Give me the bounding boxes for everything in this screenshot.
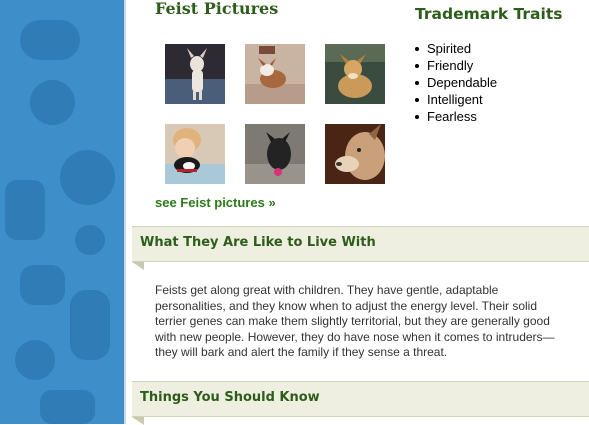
section-title: Things You Should Know xyxy=(140,390,320,405)
trait-item: Intelligent xyxy=(414,91,497,108)
dog-photo-5-icon xyxy=(245,124,305,184)
traits-heading: Trademark Traits xyxy=(415,5,563,23)
section-title: What They Are Like to Live With xyxy=(140,235,376,250)
dog-photo-1-icon xyxy=(165,44,225,104)
section-body-text: Feists get along great with children. Th… xyxy=(155,283,555,359)
dog-pattern-icon xyxy=(5,180,45,240)
dog-photo-thumbnail[interactable] xyxy=(325,124,385,184)
bone-pattern-icon xyxy=(20,265,65,305)
dog-photo-thumbnail[interactable] xyxy=(245,44,305,104)
dog-photo-thumbnail[interactable] xyxy=(165,44,225,104)
dog-photo-thumbnail[interactable] xyxy=(165,124,225,184)
paw-pattern-icon xyxy=(75,225,105,255)
see-pictures-link[interactable]: see Feist pictures » xyxy=(155,195,276,210)
dog-photo-2-icon xyxy=(245,44,305,104)
food-bowl-pattern-icon xyxy=(30,80,75,125)
background-pattern xyxy=(0,0,125,424)
trait-item: Spirited xyxy=(414,40,497,57)
ball-pattern-icon xyxy=(60,150,115,205)
dog-photo-thumbnail[interactable] xyxy=(245,124,305,184)
section-header-should-know: Things You Should Know xyxy=(132,381,589,425)
trait-item: Friendly xyxy=(414,57,497,74)
dog-pattern-icon xyxy=(70,290,110,360)
paw-pattern-icon xyxy=(15,340,55,380)
dog-photo-6-icon xyxy=(325,124,385,184)
dog-photo-thumbnail[interactable] xyxy=(325,44,385,104)
pictures-heading: Feist Pictures xyxy=(155,0,279,18)
traits-list: Spirited Friendly Dependable Intelligent… xyxy=(414,40,498,125)
bone-pattern-icon xyxy=(40,390,95,424)
section-header-live-with: What They Are Like to Live With xyxy=(132,226,589,270)
dog-photo-3-icon xyxy=(325,44,385,104)
trait-item: Fearless xyxy=(414,108,497,125)
dog-photo-4-icon xyxy=(165,124,225,184)
paw-pattern-icon xyxy=(20,20,80,60)
main-content: Feist Pictures see Feist pictures » Trad… xyxy=(126,0,589,425)
trait-item: Dependable xyxy=(414,75,498,90)
